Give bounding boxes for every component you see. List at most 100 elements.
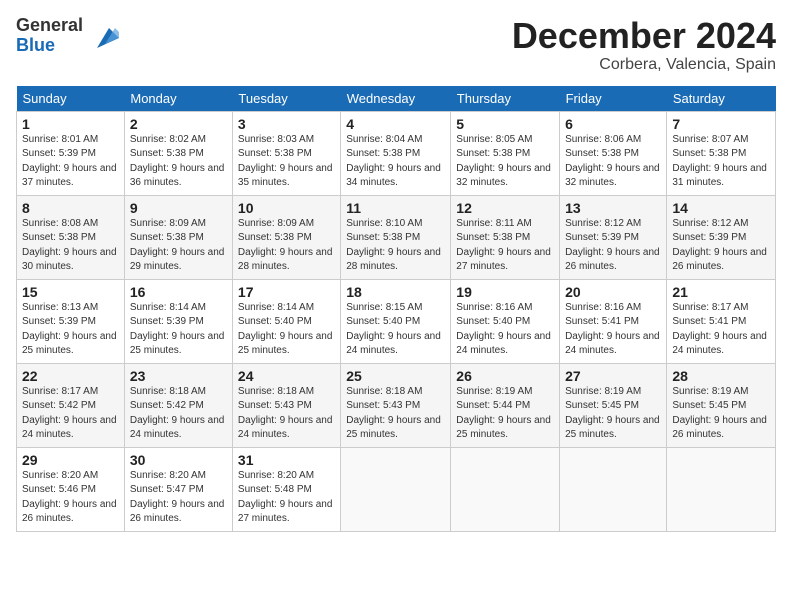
table-row: 15Sunrise: 8:13 AMSunset: 5:39 PMDayligh… <box>17 279 776 363</box>
day-number: 13 <box>565 200 661 216</box>
list-item: 27Sunrise: 8:19 AMSunset: 5:45 PMDayligh… <box>560 363 667 447</box>
list-item: 15Sunrise: 8:13 AMSunset: 5:39 PMDayligh… <box>17 279 125 363</box>
col-wednesday: Wednesday <box>341 86 451 112</box>
day-info: Sunrise: 8:17 AMSunset: 5:41 PMDaylight:… <box>672 301 770 359</box>
day-info: Sunrise: 8:11 AMSunset: 5:38 PMDaylight:… <box>456 217 554 275</box>
col-monday: Monday <box>124 86 232 112</box>
day-number: 27 <box>565 368 661 384</box>
list-item: 20Sunrise: 8:16 AMSunset: 5:41 PMDayligh… <box>560 279 667 363</box>
list-item: 9Sunrise: 8:09 AMSunset: 5:38 PMDaylight… <box>124 195 232 279</box>
day-number: 4 <box>346 116 445 132</box>
day-info: Sunrise: 8:12 AMSunset: 5:39 PMDaylight:… <box>672 217 770 275</box>
day-number: 19 <box>456 284 554 300</box>
logo: General Blue <box>16 16 119 56</box>
list-item: 7Sunrise: 8:07 AMSunset: 5:38 PMDaylight… <box>667 111 776 195</box>
day-info: Sunrise: 8:19 AMSunset: 5:45 PMDaylight:… <box>565 385 661 443</box>
list-item: 22Sunrise: 8:17 AMSunset: 5:42 PMDayligh… <box>17 363 125 447</box>
month-title: December 2024 <box>512 16 776 56</box>
table-row: 22Sunrise: 8:17 AMSunset: 5:42 PMDayligh… <box>17 363 776 447</box>
list-item: 12Sunrise: 8:11 AMSunset: 5:38 PMDayligh… <box>451 195 560 279</box>
day-number: 28 <box>672 368 770 384</box>
list-item: 24Sunrise: 8:18 AMSunset: 5:43 PMDayligh… <box>232 363 340 447</box>
day-info: Sunrise: 8:01 AMSunset: 5:39 PMDaylight:… <box>22 133 119 191</box>
list-item: 8Sunrise: 8:08 AMSunset: 5:38 PMDaylight… <box>17 195 125 279</box>
logo-icon <box>87 20 119 52</box>
day-info: Sunrise: 8:20 AMSunset: 5:47 PMDaylight:… <box>130 469 227 527</box>
day-number: 22 <box>22 368 119 384</box>
logo-blue: Blue <box>16 36 83 56</box>
day-number: 7 <box>672 116 770 132</box>
day-info: Sunrise: 8:09 AMSunset: 5:38 PMDaylight:… <box>130 217 227 275</box>
col-thursday: Thursday <box>451 86 560 112</box>
header: General Blue December 2024 Corbera, Vale… <box>16 16 776 74</box>
day-info: Sunrise: 8:18 AMSunset: 5:43 PMDaylight:… <box>238 385 335 443</box>
title-block: December 2024 Corbera, Valencia, Spain <box>512 16 776 74</box>
day-info: Sunrise: 8:07 AMSunset: 5:38 PMDaylight:… <box>672 133 770 191</box>
day-info: Sunrise: 8:18 AMSunset: 5:43 PMDaylight:… <box>346 385 445 443</box>
day-number: 6 <box>565 116 661 132</box>
day-info: Sunrise: 8:13 AMSunset: 5:39 PMDaylight:… <box>22 301 119 359</box>
day-info: Sunrise: 8:18 AMSunset: 5:42 PMDaylight:… <box>130 385 227 443</box>
day-info: Sunrise: 8:14 AMSunset: 5:40 PMDaylight:… <box>238 301 335 359</box>
day-number: 12 <box>456 200 554 216</box>
day-number: 11 <box>346 200 445 216</box>
day-number: 26 <box>456 368 554 384</box>
day-number: 21 <box>672 284 770 300</box>
day-number: 25 <box>346 368 445 384</box>
day-info: Sunrise: 8:08 AMSunset: 5:38 PMDaylight:… <box>22 217 119 275</box>
list-item: 29Sunrise: 8:20 AMSunset: 5:46 PMDayligh… <box>17 447 125 531</box>
list-item <box>451 447 560 531</box>
table-row: 1Sunrise: 8:01 AMSunset: 5:39 PMDaylight… <box>17 111 776 195</box>
col-tuesday: Tuesday <box>232 86 340 112</box>
day-info: Sunrise: 8:19 AMSunset: 5:44 PMDaylight:… <box>456 385 554 443</box>
day-info: Sunrise: 8:02 AMSunset: 5:38 PMDaylight:… <box>130 133 227 191</box>
location: Corbera, Valencia, Spain <box>512 56 776 74</box>
page-container: General Blue December 2024 Corbera, Vale… <box>0 0 792 542</box>
col-friday: Friday <box>560 86 667 112</box>
day-info: Sunrise: 8:19 AMSunset: 5:45 PMDaylight:… <box>672 385 770 443</box>
day-info: Sunrise: 8:16 AMSunset: 5:41 PMDaylight:… <box>565 301 661 359</box>
col-saturday: Saturday <box>667 86 776 112</box>
list-item: 31Sunrise: 8:20 AMSunset: 5:48 PMDayligh… <box>232 447 340 531</box>
list-item <box>560 447 667 531</box>
list-item: 21Sunrise: 8:17 AMSunset: 5:41 PMDayligh… <box>667 279 776 363</box>
day-info: Sunrise: 8:03 AMSunset: 5:38 PMDaylight:… <box>238 133 335 191</box>
day-info: Sunrise: 8:15 AMSunset: 5:40 PMDaylight:… <box>346 301 445 359</box>
day-info: Sunrise: 8:20 AMSunset: 5:48 PMDaylight:… <box>238 469 335 527</box>
list-item: 10Sunrise: 8:09 AMSunset: 5:38 PMDayligh… <box>232 195 340 279</box>
day-number: 30 <box>130 452 227 468</box>
table-row: 8Sunrise: 8:08 AMSunset: 5:38 PMDaylight… <box>17 195 776 279</box>
day-number: 14 <box>672 200 770 216</box>
day-info: Sunrise: 8:12 AMSunset: 5:39 PMDaylight:… <box>565 217 661 275</box>
list-item: 14Sunrise: 8:12 AMSunset: 5:39 PMDayligh… <box>667 195 776 279</box>
day-number: 1 <box>22 116 119 132</box>
list-item: 16Sunrise: 8:14 AMSunset: 5:39 PMDayligh… <box>124 279 232 363</box>
list-item: 13Sunrise: 8:12 AMSunset: 5:39 PMDayligh… <box>560 195 667 279</box>
list-item: 23Sunrise: 8:18 AMSunset: 5:42 PMDayligh… <box>124 363 232 447</box>
list-item: 4Sunrise: 8:04 AMSunset: 5:38 PMDaylight… <box>341 111 451 195</box>
day-number: 31 <box>238 452 335 468</box>
list-item: 17Sunrise: 8:14 AMSunset: 5:40 PMDayligh… <box>232 279 340 363</box>
day-info: Sunrise: 8:20 AMSunset: 5:46 PMDaylight:… <box>22 469 119 527</box>
day-number: 9 <box>130 200 227 216</box>
day-info: Sunrise: 8:06 AMSunset: 5:38 PMDaylight:… <box>565 133 661 191</box>
day-number: 5 <box>456 116 554 132</box>
table-row: 29Sunrise: 8:20 AMSunset: 5:46 PMDayligh… <box>17 447 776 531</box>
day-number: 20 <box>565 284 661 300</box>
day-number: 29 <box>22 452 119 468</box>
list-item: 2Sunrise: 8:02 AMSunset: 5:38 PMDaylight… <box>124 111 232 195</box>
day-number: 2 <box>130 116 227 132</box>
list-item: 28Sunrise: 8:19 AMSunset: 5:45 PMDayligh… <box>667 363 776 447</box>
list-item: 3Sunrise: 8:03 AMSunset: 5:38 PMDaylight… <box>232 111 340 195</box>
day-number: 23 <box>130 368 227 384</box>
day-number: 10 <box>238 200 335 216</box>
day-number: 17 <box>238 284 335 300</box>
logo-general: General <box>16 16 83 36</box>
list-item: 6Sunrise: 8:06 AMSunset: 5:38 PMDaylight… <box>560 111 667 195</box>
list-item: 18Sunrise: 8:15 AMSunset: 5:40 PMDayligh… <box>341 279 451 363</box>
list-item: 1Sunrise: 8:01 AMSunset: 5:39 PMDaylight… <box>17 111 125 195</box>
day-number: 16 <box>130 284 227 300</box>
logo-text: General Blue <box>16 16 83 56</box>
header-row: Sunday Monday Tuesday Wednesday Thursday… <box>17 86 776 112</box>
day-number: 3 <box>238 116 335 132</box>
